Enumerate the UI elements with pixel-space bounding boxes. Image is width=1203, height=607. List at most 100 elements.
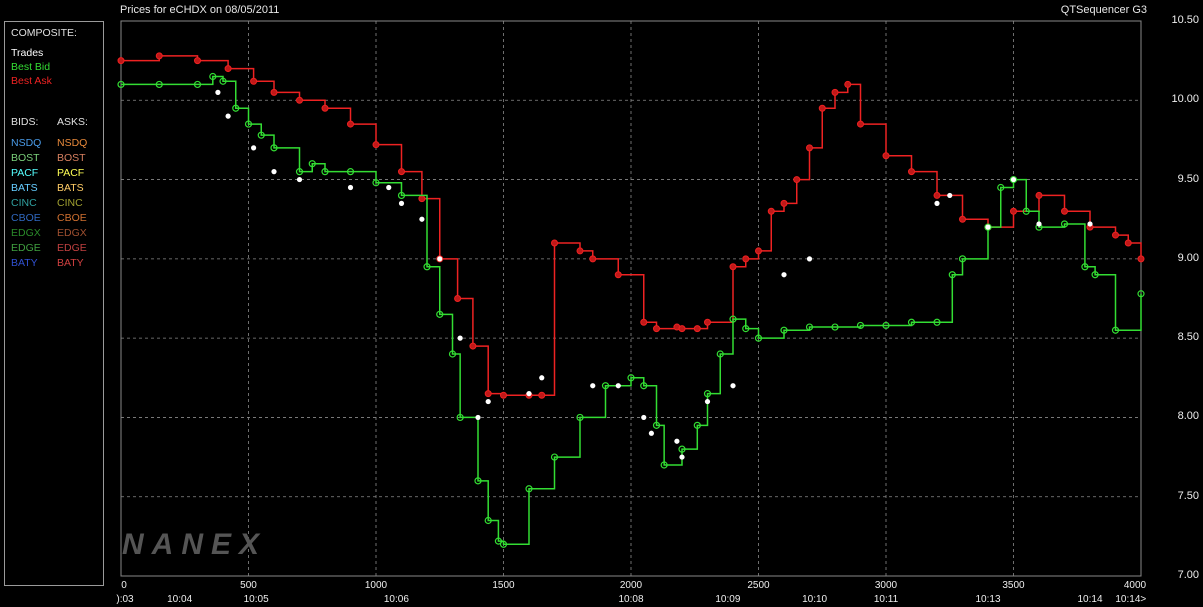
best-ask-point [224, 65, 232, 73]
best-ask-point [270, 88, 278, 96]
best-ask-point [372, 141, 380, 149]
best-ask-point [1035, 191, 1043, 199]
y-tick-label: 7.50 [1177, 489, 1199, 502]
best-ask-point [398, 168, 405, 176]
y-tick-label: 9.50 [1177, 172, 1199, 185]
trade-point [934, 200, 940, 206]
x-time-tick-label: 10:08 [618, 594, 644, 605]
best-ask-point [1112, 231, 1119, 239]
best-ask-point [194, 57, 201, 65]
best-ask-point [844, 80, 852, 88]
trade-point [485, 398, 491, 405]
trade-point [526, 391, 532, 397]
best-ask-point [767, 207, 775, 215]
x-seq-tick-label: 500 [240, 580, 257, 591]
trade-point [386, 184, 392, 191]
best-ask-point [500, 391, 507, 399]
best-ask-point [1061, 207, 1068, 215]
best-ask-point [959, 215, 966, 223]
x-time-tick-label: 10:04 [167, 594, 193, 605]
best-ask-point [469, 342, 477, 350]
y-tick-label: 7.00 [1177, 569, 1199, 581]
best-ask-point [576, 247, 584, 255]
best-ask-point [755, 247, 762, 255]
x-seq-tick-label: 3000 [874, 580, 898, 591]
trade-point [475, 414, 481, 421]
best-ask-point [793, 176, 801, 184]
best-ask-point [1137, 255, 1145, 263]
x-seq-tick-label: 2000 [619, 580, 643, 591]
x-time-tick-label: 10:05 [243, 594, 269, 605]
y-tick-label: 8.50 [1177, 331, 1199, 344]
best-ask-point [693, 325, 701, 333]
best-ask-point [538, 391, 546, 399]
best-ask-point [806, 144, 813, 152]
x-time-tick-label: 10:10 [802, 594, 828, 605]
x-time-tick-label: 10:11 [873, 594, 899, 605]
trade-point [985, 224, 991, 230]
trade-point [419, 216, 425, 222]
x-time-tick-label: 10:14> [1115, 594, 1147, 605]
trade-point [641, 414, 647, 421]
trade-point [347, 184, 354, 191]
trade-point [215, 89, 221, 95]
watermark: NANEX [122, 528, 268, 561]
price-chart [117, 20, 1145, 577]
trade-point [615, 383, 621, 389]
trade-point [225, 113, 231, 119]
trade-point [271, 169, 277, 175]
trade-point [1010, 176, 1017, 183]
best-ask-point [653, 325, 660, 333]
trade-point [704, 398, 711, 405]
best-ask-point [640, 318, 648, 326]
trade-point [539, 375, 545, 381]
trade-point [1036, 221, 1042, 227]
x-seq-tick-label: 4000 [1123, 580, 1147, 591]
best-ask-point [831, 88, 839, 96]
best-ask-point [1010, 207, 1017, 215]
x-seq-tick-label: 2500 [747, 580, 770, 591]
trade-point [457, 335, 463, 341]
best-ask-point [1124, 239, 1132, 247]
y-tick-label: 9.00 [1177, 251, 1199, 264]
x-time-tick-label: 10:13 [975, 594, 1001, 605]
y-tick-label: 8.00 [1177, 410, 1199, 423]
trade-point [437, 256, 443, 262]
best-ask-point [908, 168, 915, 176]
x-time-tick-label: 10:14 [1077, 594, 1103, 605]
best-ask-point [484, 390, 492, 398]
best-ask-point [780, 199, 788, 207]
best-ask-point [933, 191, 941, 199]
x-time-tick-label: 10:06 [383, 594, 409, 605]
best-ask-point [296, 96, 303, 104]
best-ask-point [454, 295, 462, 302]
trade-point [398, 200, 405, 206]
best-ask-point [729, 263, 737, 271]
trade-point [590, 383, 596, 389]
best-ask-point [742, 255, 750, 263]
x-seq-tick-label: 1000 [364, 580, 388, 591]
trade-point [296, 176, 303, 183]
x-seq-tick-label: 1500 [492, 580, 515, 591]
x-time-tick-label: ):03 [116, 594, 134, 605]
best-ask-point [589, 255, 597, 263]
trade-point [730, 383, 736, 389]
best-ask-point [818, 104, 826, 112]
x-seq-tick-label: 3500 [1002, 580, 1025, 591]
best-ask-point [882, 152, 890, 160]
trade-point [947, 192, 953, 199]
trade-point [679, 454, 685, 460]
best-ask-point [678, 325, 686, 333]
best-ask-point [250, 77, 258, 85]
best-ask-point [347, 120, 354, 128]
trade-point [1087, 221, 1093, 227]
trade-point [251, 145, 257, 151]
best-ask-point [155, 52, 163, 60]
trade-point [648, 430, 655, 436]
best-ask-point [321, 104, 329, 112]
best-ask-point [704, 318, 711, 326]
trade-point [806, 256, 813, 262]
x-time-tick-label: 10:09 [715, 594, 741, 605]
best-ask-point [551, 239, 558, 247]
x-seq-tick-label: 0 [121, 580, 127, 591]
